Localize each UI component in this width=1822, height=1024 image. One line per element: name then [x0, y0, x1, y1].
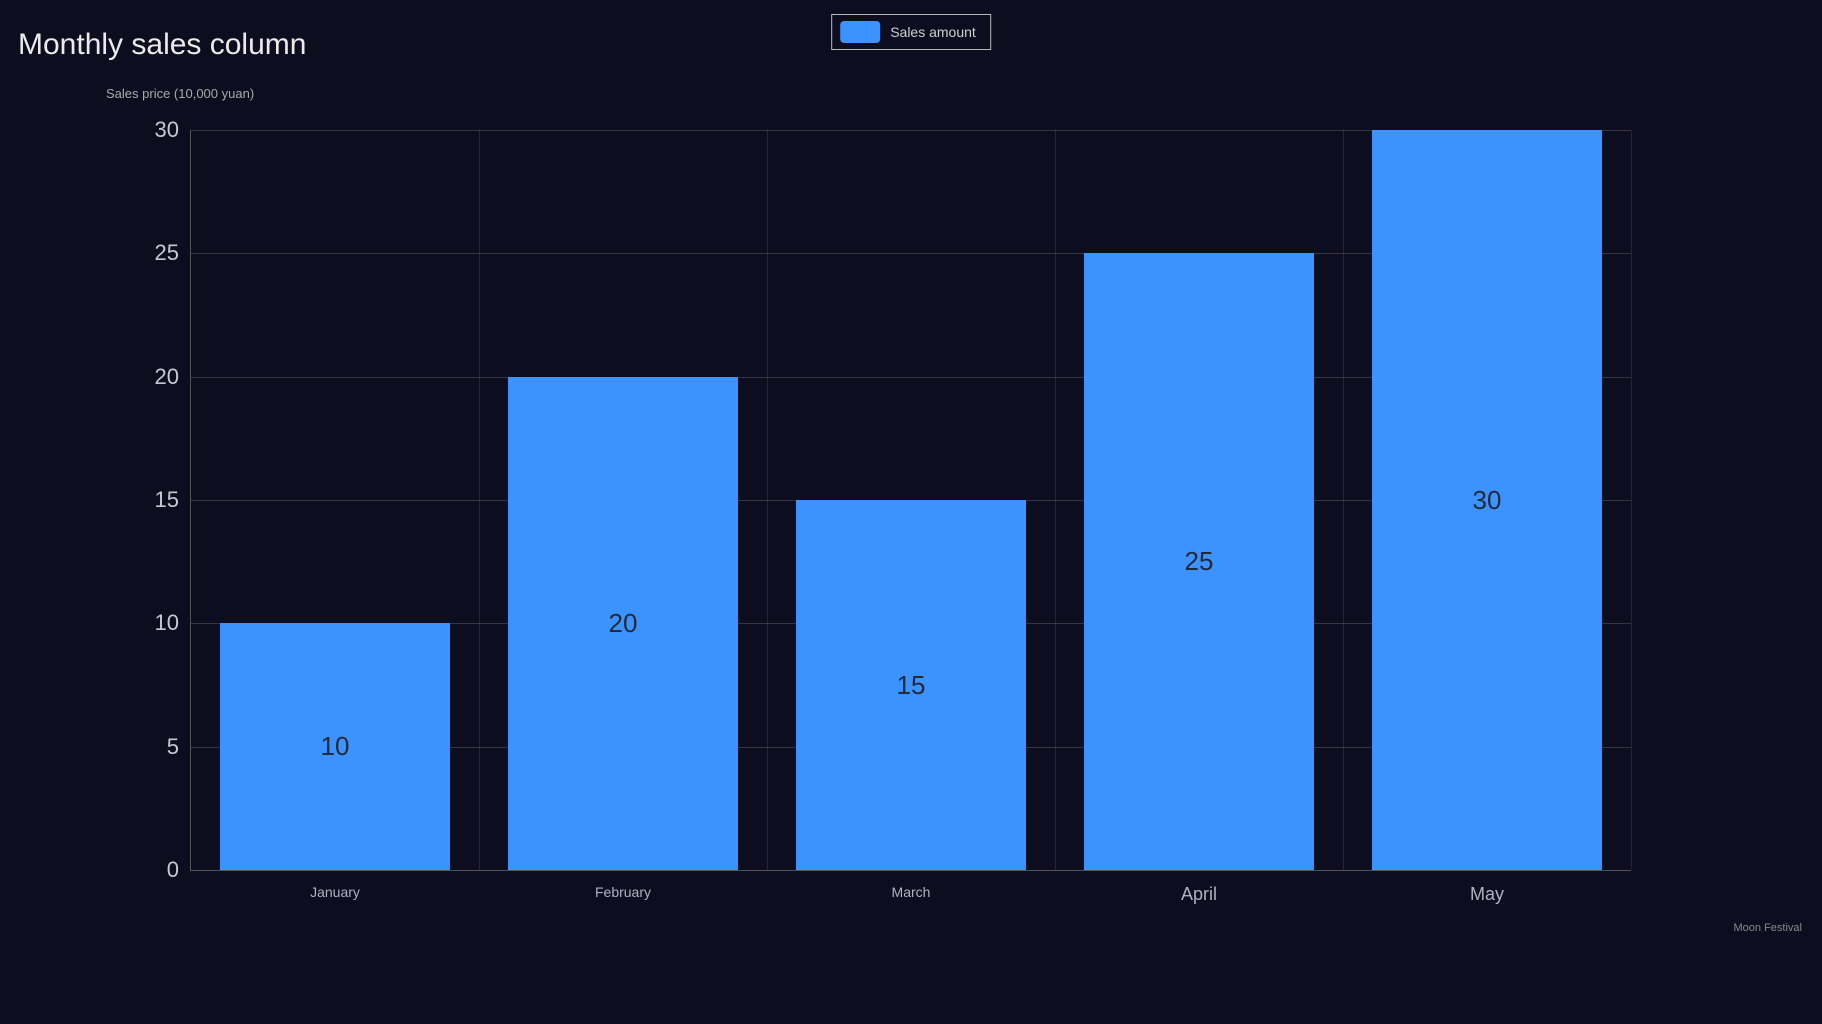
chart-title: Monthly sales column — [18, 28, 306, 62]
vertical-gridline — [1343, 130, 1344, 870]
bar-value-label: 15 — [897, 670, 926, 701]
bar-value-label: 10 — [321, 731, 350, 762]
y-tick-label: 30 — [155, 117, 179, 143]
y-tick-label: 10 — [155, 610, 179, 636]
bar-value-label: 20 — [609, 608, 638, 639]
bar[interactable]: 30 — [1372, 130, 1602, 870]
bar-value-label: 30 — [1473, 485, 1502, 516]
y-tick-label: 0 — [167, 857, 179, 883]
y-tick-label: 20 — [155, 364, 179, 390]
vertical-gridline — [1631, 130, 1632, 870]
plot-area: 05101520253010January20February15March25… — [190, 130, 1631, 871]
legend-swatch — [840, 21, 880, 43]
x-tick-label: May — [1470, 884, 1504, 905]
y-tick-label: 15 — [155, 487, 179, 513]
y-tick-label: 5 — [167, 734, 179, 760]
x-tick-label: March — [892, 884, 931, 900]
x-tick-label: April — [1181, 884, 1217, 905]
x-tick-label: January — [310, 884, 360, 900]
y-tick-label: 25 — [155, 240, 179, 266]
x-axis-label: Moon Festival — [1734, 922, 1802, 934]
bar[interactable]: 15 — [796, 500, 1026, 870]
vertical-gridline — [479, 130, 480, 870]
x-tick-label: February — [595, 884, 651, 900]
bar[interactable]: 20 — [508, 377, 738, 870]
legend: Sales amount — [831, 14, 991, 50]
bar-value-label: 25 — [1185, 546, 1214, 577]
chart-container: Monthly sales column Sales amount Sales … — [0, 0, 1822, 1024]
bar[interactable]: 25 — [1084, 253, 1314, 870]
bar[interactable]: 10 — [220, 623, 450, 870]
vertical-gridline — [767, 130, 768, 870]
vertical-gridline — [1055, 130, 1056, 870]
legend-label: Sales amount — [890, 24, 976, 40]
y-axis-label: Sales price (10,000 yuan) — [106, 86, 254, 101]
